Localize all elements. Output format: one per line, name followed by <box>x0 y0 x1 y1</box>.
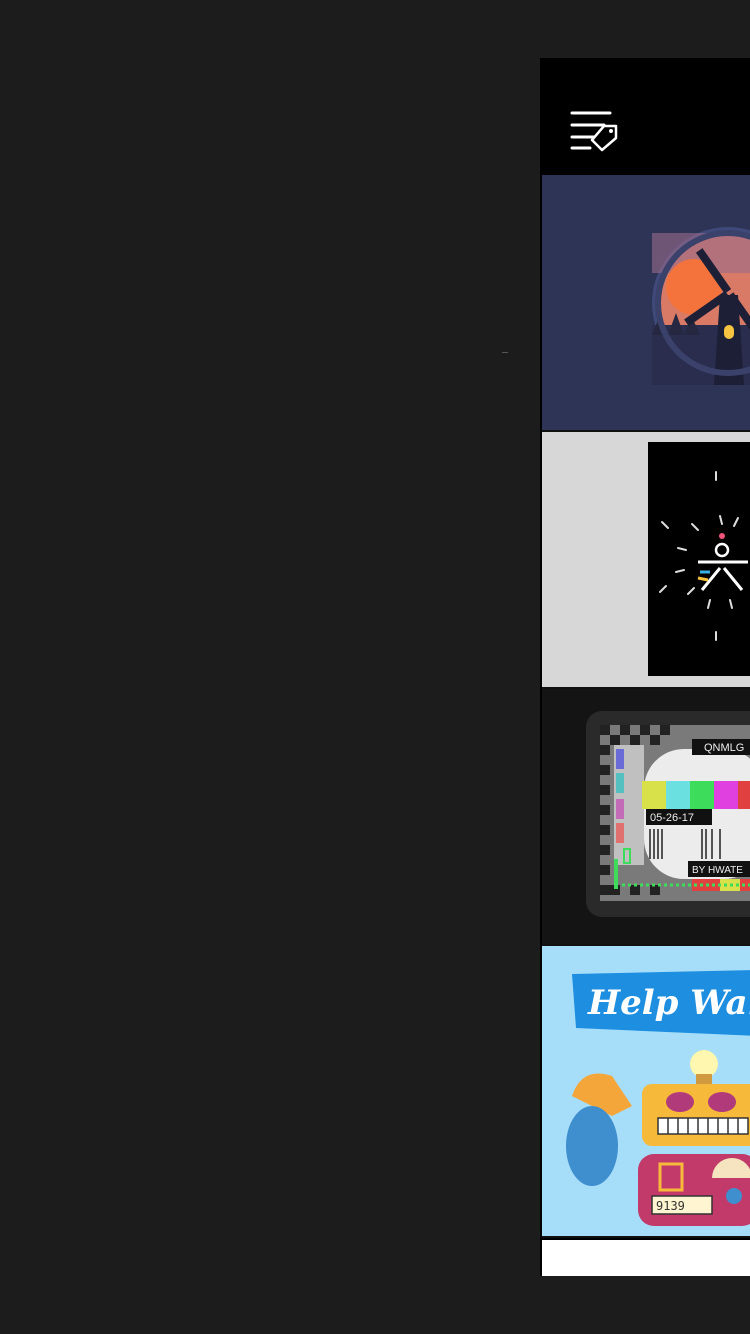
tile-windmill[interactable] <box>542 175 750 432</box>
tag-menu-icon[interactable] <box>568 110 620 152</box>
bottom-bar <box>542 1240 750 1276</box>
test-card-byline: BY HWATE <box>692 865 743 876</box>
test-card-top-label: QNMLG <box>704 742 744 754</box>
image-grid: QNMLG 05-26-17 BY HWATE Help Wa 9139 <box>542 175 750 1238</box>
windmill-illustration-icon <box>652 227 750 385</box>
tile-starburst[interactable] <box>542 432 750 689</box>
side-panel: QNMLG 05-26-17 BY HWATE Help Wa 9139 <box>540 58 750 1276</box>
help-wanted-banner: Help Wan <box>587 983 750 1023</box>
divider-dash <box>502 352 508 353</box>
screen: QNMLG 05-26-17 BY HWATE Help Wa 9139 <box>0 0 750 1334</box>
tile-robot[interactable]: Help Wan <box>542 946 750 1238</box>
test-card-date: 05-26-17 <box>650 812 694 824</box>
robot-counter: 9139 <box>656 1199 685 1213</box>
tv-test-card-icon: QNMLG 05-26-17 BY HWATE <box>542 689 750 944</box>
tile-test-card[interactable]: QNMLG 05-26-17 BY HWATE <box>542 689 750 946</box>
starburst-figure-icon <box>542 432 750 687</box>
robot-illustration-icon: Help Wan <box>542 946 750 1236</box>
top-bar <box>540 58 750 175</box>
